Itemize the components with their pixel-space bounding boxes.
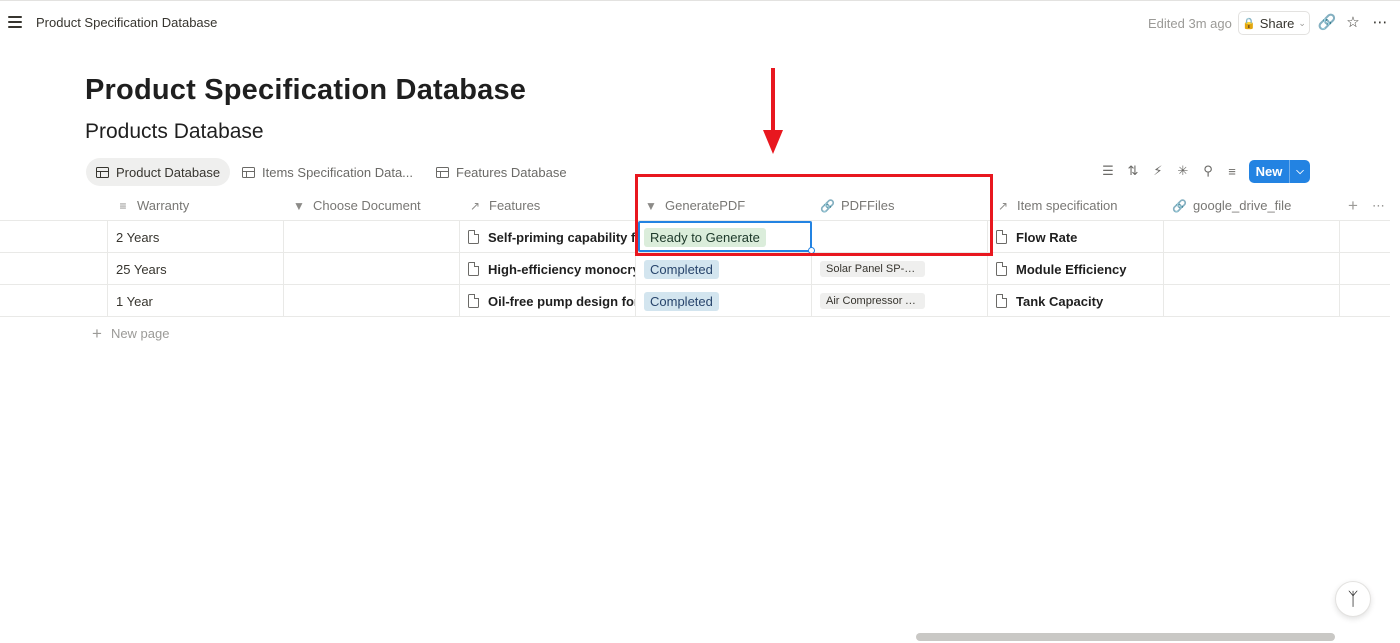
column-label: Features [489, 198, 541, 213]
cell-generatepdf[interactable]: Completed [636, 253, 812, 285]
filter-icon[interactable]: ☰ [1100, 163, 1116, 179]
status-tag: Completed [644, 291, 719, 311]
share-label: Share [1259, 15, 1295, 31]
file-chip[interactable]: Air Compressor A... [820, 293, 925, 309]
row-handle[interactable] [0, 221, 108, 253]
lock-icon: 🔒 [1242, 17, 1256, 30]
plus-icon: + [92, 324, 102, 343]
cell-text: Tank Capacity [1016, 293, 1104, 309]
search-icon[interactable]: ⚲ [1200, 163, 1216, 179]
new-button[interactable]: New ⌵ [1249, 160, 1310, 183]
column-header-features[interactable]: ↗ Features [460, 190, 540, 221]
table-icon [96, 166, 109, 178]
table-icon [436, 166, 449, 178]
page-icon [468, 230, 479, 244]
share-button[interactable]: 🔒 Share ⌄ [1238, 11, 1310, 35]
page-icon [996, 262, 1007, 276]
page-icon [996, 294, 1007, 308]
column-label: google_drive_file [1193, 198, 1292, 213]
tab-label: Product Database [116, 164, 221, 180]
file-chip[interactable]: Solar Panel SP-400... [820, 261, 925, 277]
tab-label: Features Database [456, 164, 567, 180]
column-header-item-specification[interactable]: ↗ Item specification [988, 190, 1117, 221]
column-label: Choose Document [313, 198, 421, 213]
tab-label: Items Specification Data... [262, 164, 414, 180]
sort-icon[interactable]: ⇅ [1125, 163, 1141, 179]
more-icon[interactable]: ⋯ [1371, 13, 1389, 31]
cell-text: Module Efficiency [1016, 261, 1127, 277]
cell-generatepdf[interactable]: Completed [636, 285, 812, 317]
chevron-down-icon: ⌄ [1298, 17, 1306, 28]
cell-item-specification[interactable]: Tank Capacity [988, 285, 1164, 317]
customize-icon[interactable]: ✳ [1175, 163, 1191, 179]
add-column-icon[interactable]: + [1340, 190, 1358, 221]
top-bar: Product Specification Database Edited 3m… [0, 0, 1400, 44]
cell-google-drive-file[interactable] [1164, 285, 1340, 317]
relation-arrow-icon: ↗ [997, 198, 1009, 213]
page-title[interactable]: Product Specification Database [85, 74, 526, 107]
automation-icon[interactable]: ⚡ [1150, 163, 1166, 179]
cell-item-specification[interactable]: Flow Rate [988, 221, 1164, 253]
page-icon [468, 262, 479, 276]
row-handle[interactable] [0, 285, 108, 317]
cell-text: Flow Rate [1016, 229, 1078, 245]
cell-item-specification[interactable]: Module Efficiency [988, 253, 1164, 285]
new-page-label: New page [110, 326, 170, 341]
menu-icon[interactable] [8, 15, 22, 29]
tab-items-specification[interactable]: Items Specification Data... [232, 158, 423, 186]
cell-pdffiles[interactable]: Air Compressor A... [812, 285, 988, 317]
cell-choose-document[interactable] [284, 253, 460, 285]
cell-choose-document[interactable] [284, 285, 460, 317]
annotation-arrow-head [763, 130, 783, 154]
cell-features[interactable]: High-efficiency monocryst [460, 253, 636, 285]
new-button-label: New [1255, 164, 1283, 179]
page-icon [996, 230, 1007, 244]
annotation-highlight-box [635, 174, 993, 256]
link-icon[interactable]: 🔗 [1318, 13, 1337, 31]
cell-warranty[interactable]: 1 Year [108, 285, 284, 317]
cell-pdffiles[interactable]: Solar Panel SP-400... [812, 253, 988, 285]
cell-warranty[interactable]: 25 Years [108, 253, 284, 285]
more-columns-icon[interactable]: ⋯ [1364, 190, 1385, 221]
status-tag: Completed [644, 259, 719, 279]
cell-google-drive-file[interactable] [1164, 221, 1340, 253]
cell-text: Self-priming capability for [488, 229, 636, 245]
table-icon [242, 166, 255, 178]
tab-features-database[interactable]: Features Database [426, 158, 577, 186]
star-icon[interactable]: ☆ [1344, 13, 1362, 31]
settings-icon[interactable]: ≡ [1224, 163, 1240, 179]
annotation-arrow-shaft [771, 68, 775, 132]
column-header-choose-document[interactable]: ▼ Choose Document [284, 190, 421, 221]
column-label: Warranty [137, 198, 190, 213]
cell-features[interactable]: Self-priming capability for [460, 221, 636, 253]
cell-google-drive-file[interactable] [1164, 253, 1340, 285]
page-icon [468, 294, 479, 308]
relation-arrow-icon: ↗ [469, 198, 481, 213]
cell-warranty[interactable]: 2 Years [108, 221, 284, 253]
text-lines-icon: ≡ [119, 198, 127, 213]
breadcrumb[interactable]: Product Specification Database [36, 15, 217, 30]
new-page-button[interactable]: + New page [92, 324, 170, 343]
select-icon: ▼ [293, 198, 305, 213]
help-icon[interactable]: ᛉ [1335, 581, 1371, 617]
tab-product-database[interactable]: Product Database [86, 158, 231, 186]
row-handle[interactable] [0, 253, 108, 285]
database-title[interactable]: Products Database [85, 120, 264, 144]
column-header-warranty[interactable]: ≡ Warranty [108, 190, 189, 221]
cell-text: Oil-free pump design for cl [488, 293, 635, 309]
column-header-google-drive-file[interactable]: 🔗 google_drive_file [1164, 190, 1291, 221]
link-icon: 🔗 [1172, 198, 1187, 213]
cell-features[interactable]: Oil-free pump design for cl [460, 285, 636, 317]
column-label: Item specification [1017, 198, 1118, 213]
table-row[interactable]: 1 Year Oil-free pump design for cl Compl… [0, 285, 1390, 317]
cell-text: High-efficiency monocryst [488, 261, 636, 277]
cell-choose-document[interactable] [284, 221, 460, 253]
chevron-down-icon[interactable]: ⌵ [1290, 166, 1310, 177]
horizontal-scrollbar[interactable] [916, 633, 1335, 641]
table-row[interactable]: 25 Years High-efficiency monocryst Compl… [0, 253, 1390, 285]
edited-timestamp: Edited 3m ago [1148, 16, 1232, 31]
